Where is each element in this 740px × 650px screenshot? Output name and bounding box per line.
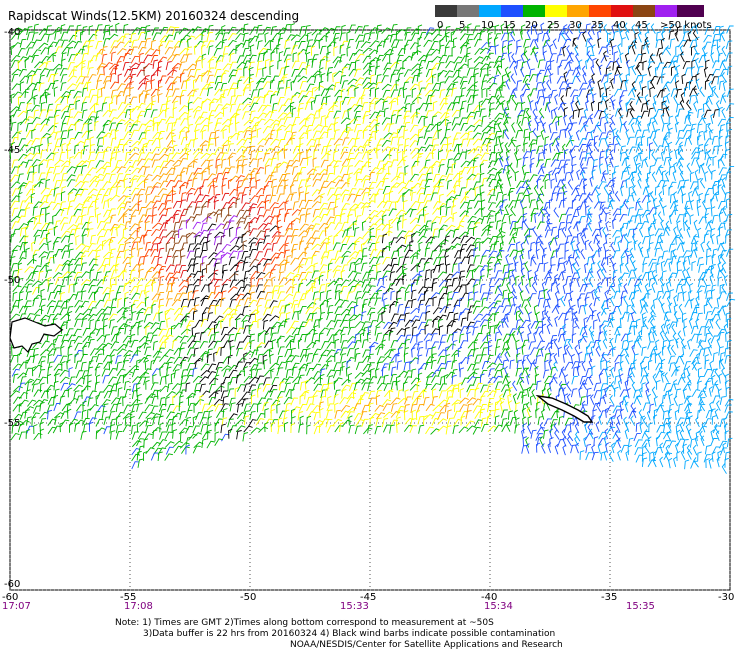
time-label-3: 15:33: [340, 601, 369, 612]
lon-label-30: -30: [718, 592, 735, 603]
legend-label: 0: [437, 20, 444, 31]
lat-label-55: -55: [4, 418, 21, 429]
legend-label: 10: [481, 20, 494, 31]
lat-label-50: -50: [4, 275, 21, 286]
time-label-1: 17:07: [2, 601, 31, 612]
note-line-2: 3)Data buffer is 22 hrs from 20160324 4)…: [143, 629, 556, 639]
legend-label: 5: [459, 20, 466, 31]
legend-label: 30: [569, 20, 582, 31]
wind-speed-legend: [435, 5, 704, 17]
legend-label: 25: [547, 20, 560, 31]
legend-swatch: [677, 5, 704, 17]
legend-swatch: [589, 5, 611, 17]
legend-label: 40: [613, 20, 626, 31]
wind-barbs: [9, 22, 736, 474]
legend-swatch: [655, 5, 677, 17]
legend-swatch: [523, 5, 545, 17]
legend-swatch: [435, 5, 457, 17]
time-label-5: 15:35: [626, 601, 655, 612]
legend-label: >50 knots: [660, 20, 712, 31]
legend-swatch: [567, 5, 589, 17]
lon-label-35: -35: [601, 592, 618, 603]
time-label-2: 17:08: [124, 601, 153, 612]
note-line-3: NOAA/NESDIS/Center for Satellite Applica…: [290, 640, 563, 650]
legend-swatch: [479, 5, 501, 17]
wind-map: [9, 22, 736, 591]
legend-label: 20: [525, 20, 538, 31]
legend-swatch: [633, 5, 655, 17]
legend-swatch: [545, 5, 567, 17]
legend-label: 35: [591, 20, 604, 31]
legend-swatch: [457, 5, 479, 17]
lat-label-60: -60: [4, 579, 21, 590]
map-title: Rapidscat Winds(12.5KM) 20160324 descend…: [8, 9, 300, 23]
lat-label-40: -40: [4, 27, 21, 38]
legend-swatch: [611, 5, 633, 17]
lon-label-50: -50: [240, 592, 257, 603]
lat-label-45: -45: [4, 145, 21, 156]
note-line-1: Note: 1) Times are GMT 2)Times along bot…: [115, 618, 494, 628]
legend-label: 15: [503, 20, 516, 31]
legend-swatch: [501, 5, 523, 17]
legend-label: 45: [635, 20, 648, 31]
time-label-4: 15:34: [484, 601, 513, 612]
